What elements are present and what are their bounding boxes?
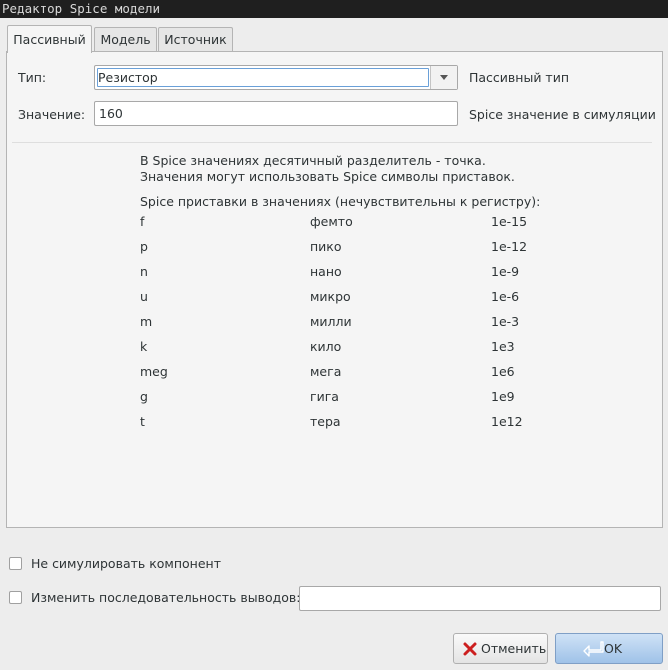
prefix-name: кило (310, 339, 342, 354)
value-input[interactable]: 160 (94, 101, 458, 126)
focus-ring (97, 68, 429, 87)
prefix-factor: 1e-3 (491, 314, 520, 329)
prefix-symbol: k (140, 339, 148, 354)
enter-key-icon (583, 641, 604, 657)
value-hint: Spice значение в симуляции (469, 107, 656, 122)
prefix-factor: 1e-6 (491, 289, 520, 304)
disable-sim-checkbox[interactable] (9, 557, 22, 570)
prefix-name: пико (310, 239, 342, 254)
prefix-row: m милли 1e-3 (0, 314, 668, 334)
prefix-row: n нано 1e-9 (0, 264, 668, 284)
cancel-button-label: Отменить (481, 641, 547, 656)
prefix-symbol: p (140, 239, 148, 254)
prefix-factor: 1e-9 (491, 264, 520, 279)
info-line-1: В Spice значениях десятичный разделитель… (140, 153, 486, 168)
prefixes-header: Spice приставки в значениях (нечувствите… (140, 194, 541, 209)
prefix-factor: 1e-15 (491, 214, 528, 229)
cancel-button[interactable]: Отменить (453, 633, 548, 664)
prefix-name: нано (310, 264, 342, 279)
prefix-row: g гига 1e9 (0, 389, 668, 409)
tab-model[interactable]: Модель (94, 27, 157, 52)
type-dropdown-button[interactable] (430, 66, 457, 89)
info-line-2: Значения могут использовать Spice символ… (140, 169, 515, 184)
prefix-symbol: g (140, 389, 148, 404)
cancel-icon (463, 642, 477, 656)
ok-button-label: OK (604, 641, 623, 656)
prefix-row: meg мега 1e6 (0, 364, 668, 384)
prefix-factor: 1e3 (491, 339, 515, 354)
ok-button[interactable]: OK (555, 633, 663, 664)
value-label: Значение: (18, 107, 86, 122)
prefix-symbol: n (140, 264, 148, 279)
prefix-name: фемто (310, 214, 353, 229)
prefix-name: тера (310, 414, 341, 429)
alt-pins-checkbox[interactable] (9, 591, 22, 604)
tab-source[interactable]: Источник (158, 27, 233, 52)
prefix-factor: 1e9 (491, 389, 515, 404)
prefix-factor: 1e12 (491, 414, 523, 429)
prefix-row: t тера 1e12 (0, 414, 668, 434)
prefix-row: p пико 1e-12 (0, 239, 668, 259)
prefix-row: k кило 1e3 (0, 339, 668, 359)
disable-sim-label[interactable]: Не симулировать компонент (31, 556, 221, 571)
prefix-symbol: f (140, 214, 145, 229)
divider (12, 142, 652, 143)
prefix-symbol: t (140, 414, 145, 429)
alt-pins-label[interactable]: Изменить последовательность выводов: (31, 590, 301, 605)
type-select[interactable]: Резистор (94, 65, 458, 90)
type-hint: Пассивный тип (469, 70, 570, 85)
prefix-row: u микро 1e-6 (0, 289, 668, 309)
prefix-row: f фемто 1e-15 (0, 214, 668, 234)
tab-passive[interactable]: Пассивный (7, 25, 92, 53)
prefix-name: гига (310, 389, 339, 404)
prefix-symbol: u (140, 289, 148, 304)
prefix-symbol: m (140, 314, 153, 329)
window-title: Редактор Spice модели (0, 0, 668, 18)
type-label: Тип: (18, 70, 47, 85)
prefix-name: милли (310, 314, 352, 329)
prefix-name: мега (310, 364, 342, 379)
prefix-factor: 1e-12 (491, 239, 528, 254)
chevron-down-icon (440, 75, 448, 80)
prefix-name: микро (310, 289, 351, 304)
prefix-factor: 1e6 (491, 364, 515, 379)
prefix-symbol: meg (140, 364, 168, 379)
alt-pins-input[interactable] (299, 586, 661, 611)
